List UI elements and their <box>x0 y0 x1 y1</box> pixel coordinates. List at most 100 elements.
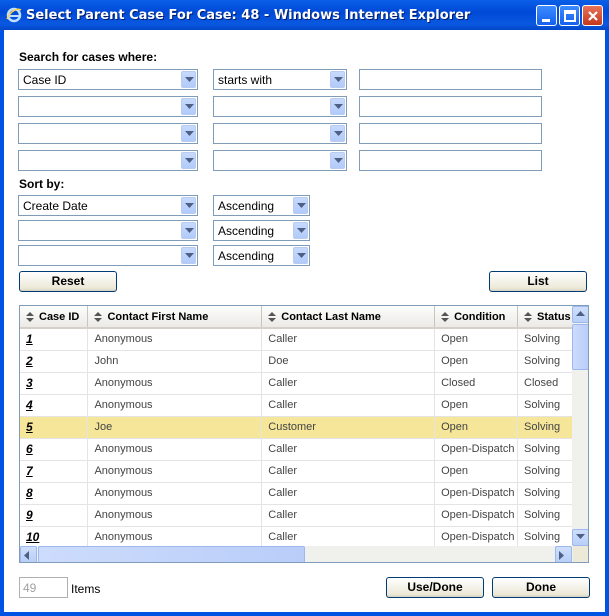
cell-first-name: John <box>87 350 263 373</box>
column-header-contact-first-name[interactable]: Contact First Name <box>87 306 263 329</box>
sort-order-value-3: Ascending <box>218 249 275 263</box>
search-field-select-4[interactable] <box>18 150 198 171</box>
chevron-down-icon <box>293 197 308 214</box>
title-bar[interactable]: Select Parent Case For Case: 48 - Window… <box>0 0 609 30</box>
vertical-scroll-thumb[interactable] <box>572 324 588 370</box>
case-id-link[interactable]: 9 <box>20 504 89 527</box>
cell-first-name: Anonymous <box>87 438 263 461</box>
cell-condition: Open-Dispatch <box>434 526 519 549</box>
search-value-input-4[interactable] <box>359 150 542 171</box>
table-row[interactable]: 9 Anonymous Caller Open-Dispatch Solving <box>20 504 588 527</box>
chevron-down-icon <box>181 71 196 88</box>
search-field-select-1[interactable]: Case ID <box>18 69 198 90</box>
column-header-condition[interactable]: Condition <box>434 306 519 329</box>
case-id-link[interactable]: 1 <box>20 328 89 351</box>
table-row[interactable]: 4 Anonymous Caller Open Solving <box>20 394 588 417</box>
table-row[interactable]: 6 Anonymous Caller Open-Dispatch Solving <box>20 438 588 461</box>
cell-condition: Open <box>434 394 519 417</box>
horizontal-scroll-thumb[interactable] <box>38 546 305 562</box>
chevron-down-icon <box>181 125 196 142</box>
sort-order-select-1[interactable]: Ascending <box>213 195 310 216</box>
search-field-value-1: Case ID <box>23 73 67 87</box>
use-done-button[interactable]: Use/Done <box>386 577 484 598</box>
cell-last-name: Caller <box>261 394 436 417</box>
close-window-button[interactable] <box>582 5 603 26</box>
sort-order-select-2[interactable]: Ascending <box>213 220 310 241</box>
cell-condition: Open-Dispatch <box>434 482 519 505</box>
column-header-label: Case ID <box>39 310 80 323</box>
sort-field-select-2[interactable] <box>18 220 198 241</box>
reset-button[interactable]: Reset <box>19 271 117 292</box>
cell-first-name: Anonymous <box>87 482 263 505</box>
case-id-link[interactable]: 3 <box>20 372 89 395</box>
search-operator-select-4[interactable] <box>213 150 347 171</box>
case-id-link[interactable]: 6 <box>20 438 89 461</box>
scrollbar-corner <box>573 546 588 562</box>
case-id-link[interactable]: 5 <box>20 416 89 439</box>
sort-field-select-3[interactable] <box>18 245 198 266</box>
results-grid: Case ID Contact First Name Contact Last … <box>19 305 589 563</box>
cell-condition: Open <box>434 328 519 351</box>
table-row[interactable]: 7 Anonymous Caller Open Solving <box>20 460 588 483</box>
cell-condition: Open-Dispatch <box>434 438 519 461</box>
sort-heading: Sort by: <box>19 177 65 191</box>
horizontal-scrollbar[interactable] <box>20 546 588 562</box>
table-row[interactable]: 3 Anonymous Caller Closed Closed <box>20 372 588 395</box>
search-value-input-1[interactable] <box>359 69 542 90</box>
search-value-input-2[interactable] <box>359 96 542 117</box>
cell-last-name: Caller <box>261 504 436 527</box>
case-id-link[interactable]: 8 <box>20 482 89 505</box>
case-id-link[interactable]: 7 <box>20 460 89 483</box>
cell-last-name: Caller <box>261 460 436 483</box>
case-id-link[interactable]: 2 <box>20 350 89 373</box>
search-heading: Search for cases where: <box>19 50 158 64</box>
chevron-down-icon <box>293 222 308 239</box>
search-operator-select-3[interactable] <box>213 123 347 144</box>
minimize-button[interactable] <box>536 5 557 26</box>
cell-first-name: Anonymous <box>87 460 263 483</box>
search-value-input-3[interactable] <box>359 123 542 144</box>
column-header-case-id[interactable]: Case ID <box>20 306 89 329</box>
sort-order-select-3[interactable]: Ascending <box>213 245 310 266</box>
cell-last-name: Caller <box>261 328 436 351</box>
maximize-icon <box>564 10 576 22</box>
chevron-right-icon <box>559 551 564 560</box>
sort-arrows-icon <box>26 311 34 322</box>
search-operator-select-2[interactable] <box>213 96 347 117</box>
cell-last-name: Caller <box>261 482 436 505</box>
cell-last-name: Caller <box>261 372 436 395</box>
minimize-icon <box>542 19 550 22</box>
table-row[interactable]: 10 Anonymous Caller Open-Dispatch Solvin… <box>20 526 588 549</box>
case-id-link[interactable]: 4 <box>20 394 89 417</box>
column-header-label: Status <box>537 310 571 323</box>
search-operator-value-1: starts with <box>218 73 273 87</box>
column-header-contact-last-name[interactable]: Contact Last Name <box>261 306 436 329</box>
table-row-selected[interactable]: 5 Joe Customer Open Solving <box>20 416 588 439</box>
maximize-button[interactable] <box>559 5 580 26</box>
scroll-right-button[interactable] <box>555 546 572 562</box>
done-button[interactable]: Done <box>492 577 590 598</box>
sort-order-value-1: Ascending <box>218 199 275 213</box>
list-button[interactable]: List <box>489 271 587 292</box>
search-field-select-2[interactable] <box>18 96 198 117</box>
case-id-link[interactable]: 10 <box>20 526 89 549</box>
scroll-down-button[interactable] <box>572 529 588 546</box>
cell-first-name: Joe <box>87 416 263 439</box>
chevron-down-icon <box>181 197 196 214</box>
chevron-down-icon <box>330 125 345 142</box>
scroll-up-button[interactable] <box>572 306 588 323</box>
sort-field-select-1[interactable]: Create Date <box>18 195 198 216</box>
chevron-down-icon <box>576 534 585 539</box>
chevron-down-icon <box>181 247 196 264</box>
scroll-left-button[interactable] <box>20 546 37 562</box>
sort-order-value-2: Ascending <box>218 224 275 238</box>
cell-condition: Open <box>434 460 519 483</box>
search-operator-select-1[interactable]: starts with <box>213 69 347 90</box>
search-field-select-3[interactable] <box>18 123 198 144</box>
vertical-scrollbar[interactable] <box>572 306 588 546</box>
close-icon <box>588 11 598 21</box>
table-row[interactable]: 1 Anonymous Caller Open Solving <box>20 328 588 351</box>
table-row[interactable]: 2 John Doe Open Solving <box>20 350 588 373</box>
table-row[interactable]: 8 Anonymous Caller Open-Dispatch Solving <box>20 482 588 505</box>
column-header-label: Contact Last Name <box>281 310 381 323</box>
